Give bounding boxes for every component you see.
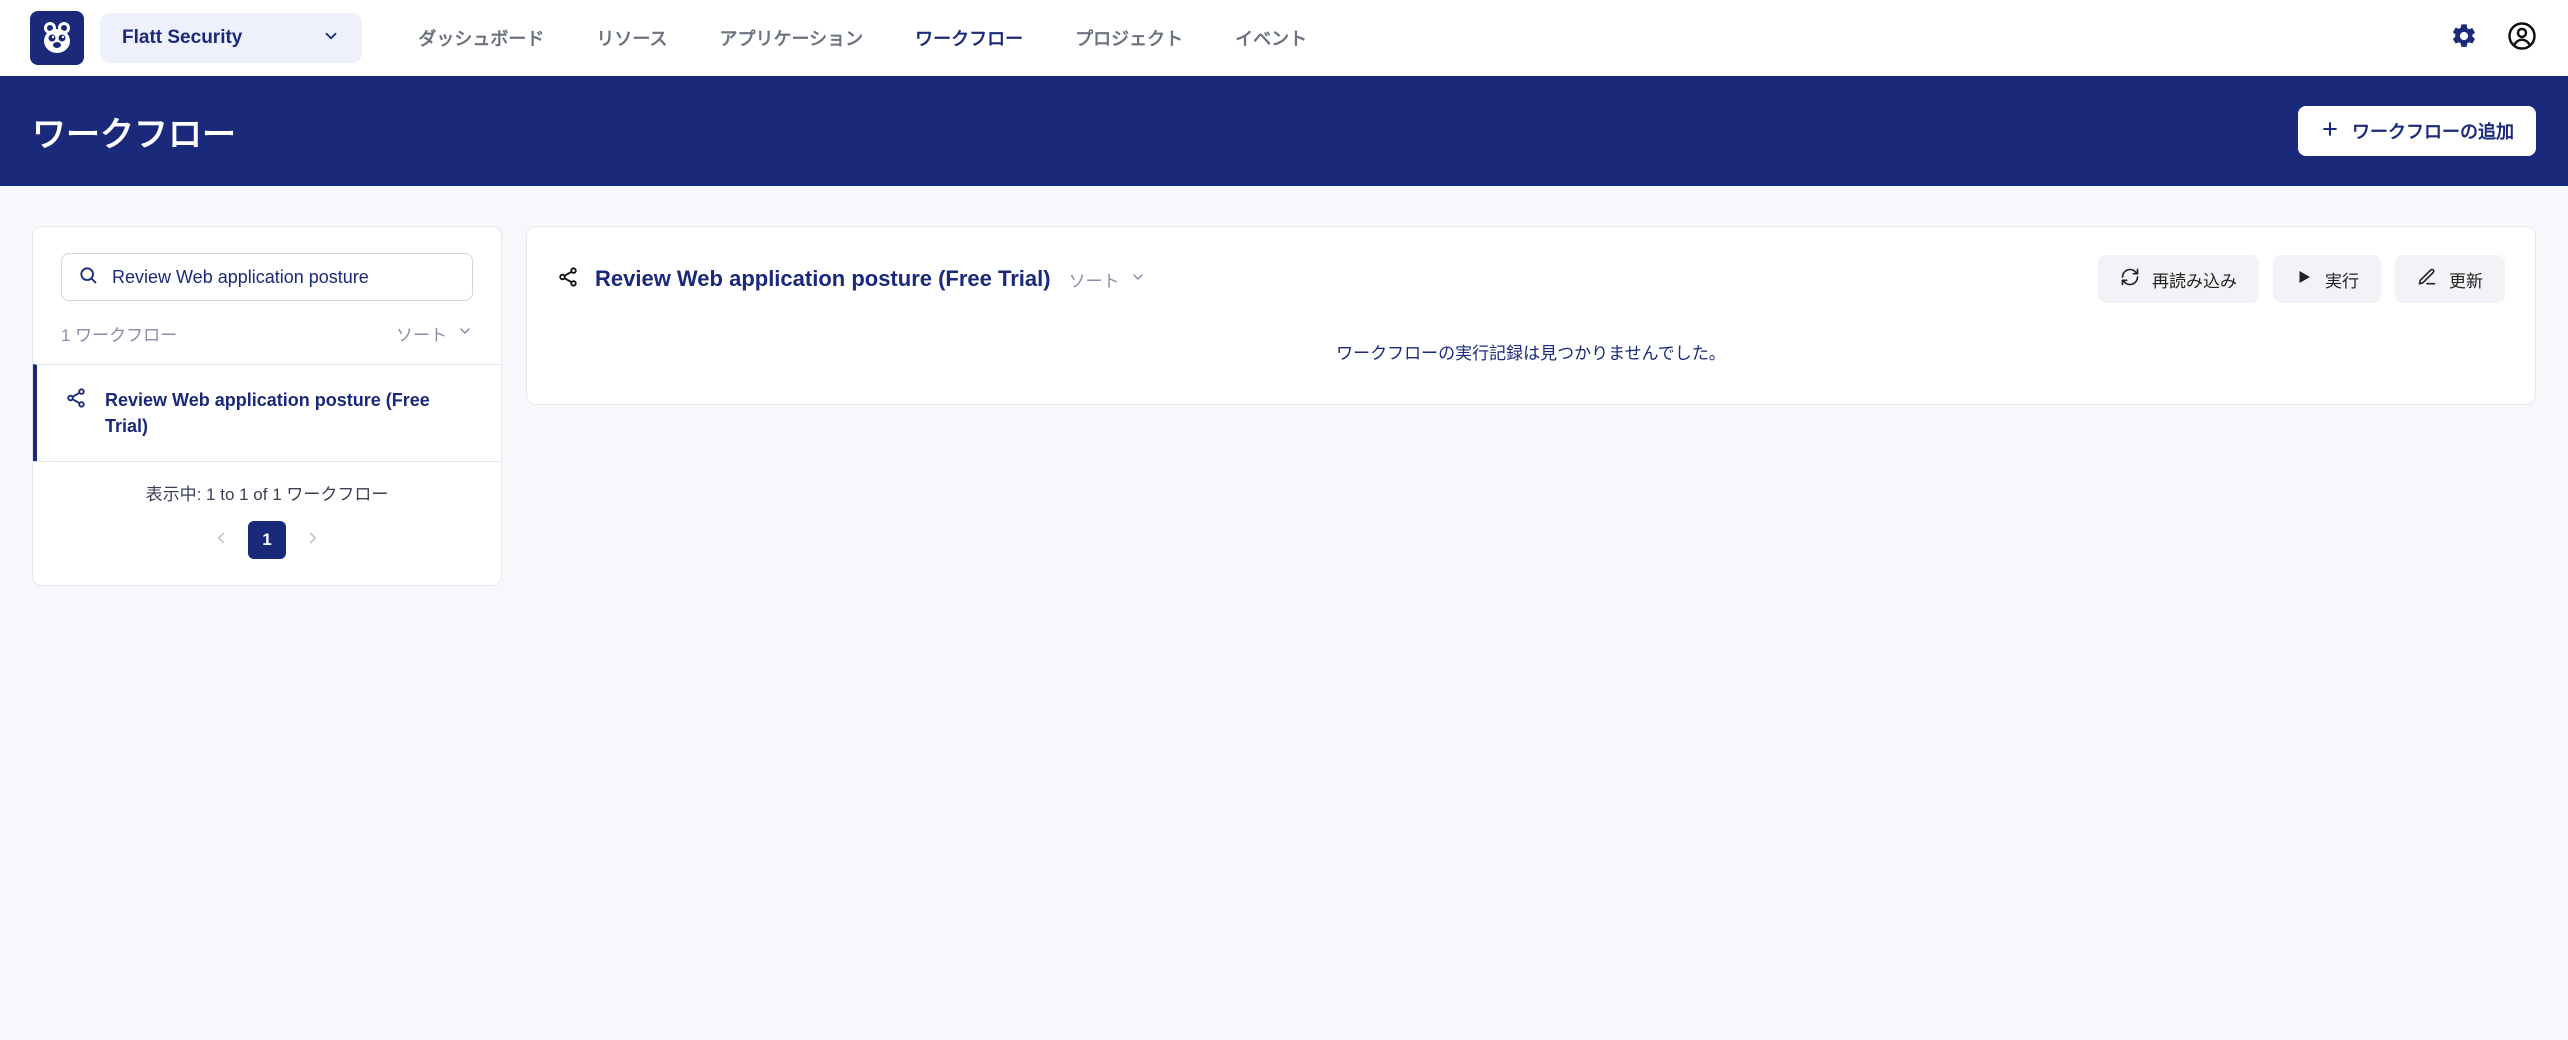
workflow-list-item[interactable]: Review Web application posture (Free Tri… [33, 364, 501, 461]
chevron-down-icon [1130, 269, 1146, 290]
nav-workflows[interactable]: ワークフロー [915, 25, 1023, 51]
detail-title-wrap: Review Web application posture (Free Tri… [557, 266, 1051, 293]
page-header: ワークフロー ワークフローの追加 [0, 76, 2568, 186]
topbar-right [2448, 22, 2538, 54]
update-label: 更新 [2449, 267, 2483, 292]
chevron-left-icon [212, 534, 230, 551]
share-icon [65, 387, 87, 414]
reload-button[interactable]: 再読み込み [2098, 255, 2259, 303]
reload-label: 再読み込み [2152, 267, 2237, 292]
sidebar-sort-label: ソート [396, 321, 447, 346]
settings-button[interactable] [2448, 22, 2480, 54]
chevron-right-icon [304, 534, 322, 551]
nav-events[interactable]: イベント [1235, 25, 1307, 51]
detail-title: Review Web application posture (Free Tri… [595, 266, 1051, 292]
workflow-list-panel: 1 ワークフロー ソート Review Web application post… [32, 226, 502, 586]
add-workflow-button[interactable]: ワークフローの追加 [2298, 106, 2536, 156]
workflow-detail-panel: Review Web application posture (Free Tri… [526, 226, 2536, 405]
search-wrap [33, 227, 501, 311]
gear-icon [2450, 22, 2478, 55]
sidebar-sort-trigger[interactable]: ソート [396, 321, 473, 346]
run-button[interactable]: 実行 [2273, 255, 2381, 303]
pager-block: 表示中: 1 to 1 of 1 ワークフロー 1 [33, 461, 501, 585]
account-button[interactable] [2506, 22, 2538, 54]
list-meta: 1 ワークフロー ソート [33, 311, 501, 364]
plus-icon [2320, 119, 2340, 144]
nav-projects[interactable]: プロジェクト [1075, 25, 1183, 51]
workflow-count: 1 ワークフロー [61, 321, 177, 346]
workflow-item-label: Review Web application posture (Free Tri… [105, 387, 473, 439]
search-input[interactable] [112, 267, 456, 288]
search-field[interactable] [61, 253, 473, 301]
chevron-down-icon [322, 27, 340, 50]
add-workflow-label: ワークフローの追加 [2352, 118, 2514, 144]
app-logo[interactable] [30, 11, 84, 65]
pager-next[interactable] [304, 529, 322, 552]
top-bar: Flatt Security ダッシュボード リソース アプリケーション ワーク… [0, 0, 2568, 76]
account-icon [2507, 21, 2537, 56]
chevron-down-icon [457, 323, 473, 344]
update-button[interactable]: 更新 [2395, 255, 2505, 303]
nav-resources[interactable]: リソース [596, 25, 667, 51]
share-icon [557, 266, 579, 293]
play-icon [2295, 268, 2313, 291]
nav-applications[interactable]: アプリケーション [719, 25, 863, 51]
org-selector[interactable]: Flatt Security [100, 13, 362, 63]
pager-prev[interactable] [212, 529, 230, 552]
detail-sort-trigger[interactable]: ソート [1069, 267, 1146, 292]
run-label: 実行 [2325, 267, 2359, 292]
detail-sort-label: ソート [1069, 267, 1120, 292]
content-area: 1 ワークフロー ソート Review Web application post… [0, 186, 2568, 626]
detail-action-row: 再読み込み 実行 更新 [2098, 255, 2505, 303]
nav-dashboard[interactable]: ダッシュボード [418, 25, 544, 51]
empty-message: ワークフローの実行記録は見つかりませんでした。 [557, 339, 2505, 364]
pager: 1 [212, 521, 322, 559]
pencil-icon [2417, 267, 2437, 292]
search-icon [78, 265, 98, 290]
pager-current-page[interactable]: 1 [248, 521, 286, 559]
org-name: Flatt Security [122, 27, 242, 49]
detail-header: Review Web application posture (Free Tri… [557, 255, 2505, 303]
page-title: ワークフロー [32, 107, 236, 156]
refresh-icon [2120, 267, 2140, 292]
main-nav: ダッシュボード リソース アプリケーション ワークフロー プロジェクト イベント [418, 25, 1307, 51]
pager-showing-text: 表示中: 1 to 1 of 1 ワークフロー [53, 480, 481, 505]
